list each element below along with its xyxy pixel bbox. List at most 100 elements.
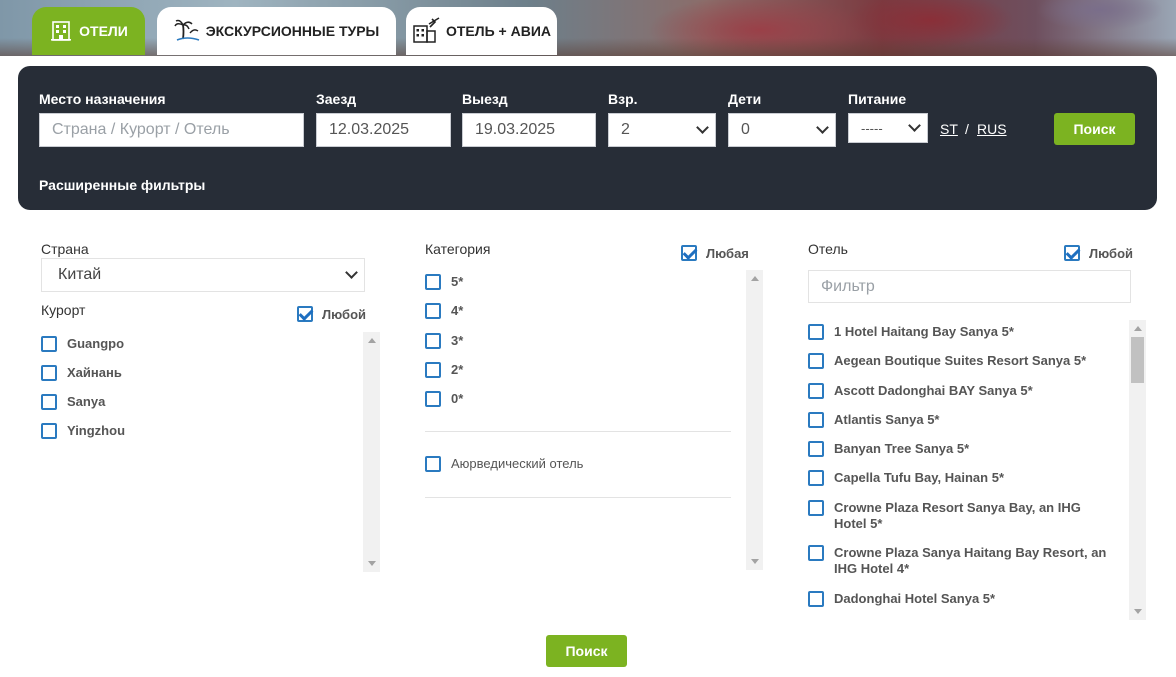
divider (425, 431, 731, 432)
country-value: Китай (58, 266, 102, 283)
checkbox[interactable] (808, 591, 824, 607)
resort-label: Курорт (41, 302, 86, 318)
checkout-date-input[interactable]: 19.03.2025 (462, 113, 596, 147)
divider (425, 497, 731, 498)
category-any-checkbox[interactable]: Любая (681, 245, 749, 261)
country-label: Страна (41, 241, 89, 257)
checkbox-checked[interactable] (681, 245, 697, 261)
checkbox[interactable] (808, 441, 824, 457)
adults-label: Взр. (608, 91, 638, 107)
chevron-down-icon (816, 121, 829, 134)
resort-any-label: Любой (322, 306, 367, 322)
adults-select[interactable]: 2 (608, 113, 716, 147)
search-button[interactable]: Поиск (1054, 113, 1135, 145)
list-item[interactable]: Dadonghai Hotel Sanya 5* (808, 591, 1108, 607)
tab-excursion-tours[interactable]: ЭКСКУРСИОННЫЕ ТУРЫ (157, 7, 396, 55)
scroll-up-arrow-icon[interactable] (1134, 326, 1142, 331)
checkbox[interactable] (808, 545, 824, 561)
tab-hotel-avia-label: ОТЕЛЬ + АВИА (445, 23, 551, 39)
list-item[interactable]: Crowne Plaza Sanya Haitang Bay Resort, a… (808, 545, 1108, 577)
palm-tree-icon (174, 19, 200, 44)
bottom-search-button[interactable]: Поиск (546, 635, 627, 667)
lang-separator: / (965, 121, 969, 137)
list-item[interactable]: 2* (425, 362, 463, 378)
list-item[interactable]: 1 Hotel Haitang Bay Sanya 5* (808, 324, 1108, 340)
checkin-date-input[interactable]: 12.03.2025 (316, 113, 451, 147)
building-plane-icon (412, 16, 440, 46)
list-item[interactable]: Aegean Boutique Suites Resort Sanya 5* (808, 353, 1108, 369)
checkbox[interactable] (808, 383, 824, 399)
destination-label: Место назначения (39, 91, 166, 107)
checkbox[interactable] (41, 423, 57, 439)
chevron-down-icon (345, 266, 358, 279)
checkbox-checked[interactable] (1064, 245, 1080, 261)
hotel-any-checkbox[interactable]: Любой (1064, 245, 1133, 261)
list-item[interactable]: 0* (425, 391, 463, 407)
children-value: 0 (741, 121, 750, 138)
resort-scrollbar[interactable] (363, 332, 380, 572)
hotel-filter-input[interactable]: Фильтр (808, 270, 1131, 303)
adults-value: 2 (621, 121, 630, 138)
category-any-label: Любая (706, 245, 749, 261)
list-item[interactable]: 3* (425, 333, 463, 349)
list-item[interactable]: Yingzhou (41, 423, 125, 439)
lang-rus-link[interactable]: RUS (977, 121, 1007, 137)
checkbox[interactable] (808, 500, 824, 516)
list-item[interactable]: Banyan Tree Sanya 5* (808, 441, 1108, 457)
category-scrollbar[interactable] (746, 270, 763, 570)
checkin-label: Заезд (316, 91, 357, 107)
checkbox[interactable] (808, 412, 824, 428)
checkbox[interactable] (41, 394, 57, 410)
hotel-scrollbar[interactable] (1129, 320, 1146, 620)
children-select[interactable]: 0 (728, 113, 836, 147)
chevron-down-icon (696, 121, 709, 134)
checkbox[interactable] (425, 303, 441, 319)
checkbox[interactable] (41, 365, 57, 381)
checkbox[interactable] (425, 333, 441, 349)
list-item[interactable]: Guangpo (41, 336, 124, 352)
scroll-down-arrow-icon[interactable] (368, 561, 376, 566)
list-item[interactable]: Хайнань (41, 365, 122, 381)
checkbox[interactable] (425, 362, 441, 378)
checkbox-checked[interactable] (297, 306, 313, 322)
meal-value: ----- (861, 120, 883, 136)
list-item[interactable]: Atlantis Sanya 5* (808, 412, 1108, 428)
list-item[interactable]: 5* (425, 274, 463, 290)
resort-any-checkbox[interactable]: Любой (297, 306, 366, 322)
search-panel: Место назначения Страна / Курорт / Отель… (18, 66, 1157, 210)
checkbox[interactable] (425, 391, 441, 407)
lang-st-link[interactable]: ST (940, 121, 958, 137)
scroll-up-arrow-icon[interactable] (368, 338, 376, 343)
tab-hotel-avia[interactable]: ОТЕЛЬ + АВИА (406, 7, 557, 55)
list-item[interactable]: 4* (425, 303, 463, 319)
list-item[interactable]: Crowne Plaza Resort Sanya Bay, an IHG Ho… (808, 500, 1108, 532)
hotel-icon (49, 19, 73, 44)
checkbox[interactable] (41, 336, 57, 352)
scroll-down-arrow-icon[interactable] (751, 559, 759, 564)
scroll-down-arrow-icon[interactable] (1134, 609, 1142, 614)
country-select[interactable]: Китай (41, 258, 365, 292)
tab-hotels-label: ОТЕЛИ (79, 23, 128, 39)
checkbox[interactable] (808, 353, 824, 369)
meal-label: Питание (848, 91, 907, 107)
tab-excursion-tours-label: ЭКСКУРСИОННЫЕ ТУРЫ (205, 23, 380, 39)
checkbox[interactable] (808, 470, 824, 486)
advanced-filters-link[interactable]: Расширенные фильтры (39, 177, 205, 193)
list-item[interactable]: Аюрведический отель (425, 456, 583, 472)
meal-select[interactable]: ----- (848, 113, 928, 143)
checkout-label: Выезд (462, 91, 508, 107)
tab-hotels[interactable]: ОТЕЛИ (32, 7, 145, 55)
list-item[interactable]: Sanya (41, 394, 105, 410)
checkbox[interactable] (808, 324, 824, 340)
checkbox[interactable] (425, 274, 441, 290)
scrollbar-thumb[interactable] (1131, 337, 1144, 383)
list-item[interactable]: Capella Tufu Bay, Hainan 5* (808, 470, 1108, 486)
list-item[interactable]: Ascott Dadonghai BAY Sanya 5* (808, 383, 1108, 399)
category-label: Категория (425, 241, 491, 257)
hotel-any-label: Любой (1089, 245, 1134, 261)
destination-input[interactable]: Страна / Курорт / Отель (39, 113, 304, 147)
scroll-up-arrow-icon[interactable] (751, 276, 759, 281)
hotel-label: Отель (808, 241, 848, 257)
chevron-down-icon (908, 119, 921, 132)
checkbox[interactable] (425, 456, 441, 472)
